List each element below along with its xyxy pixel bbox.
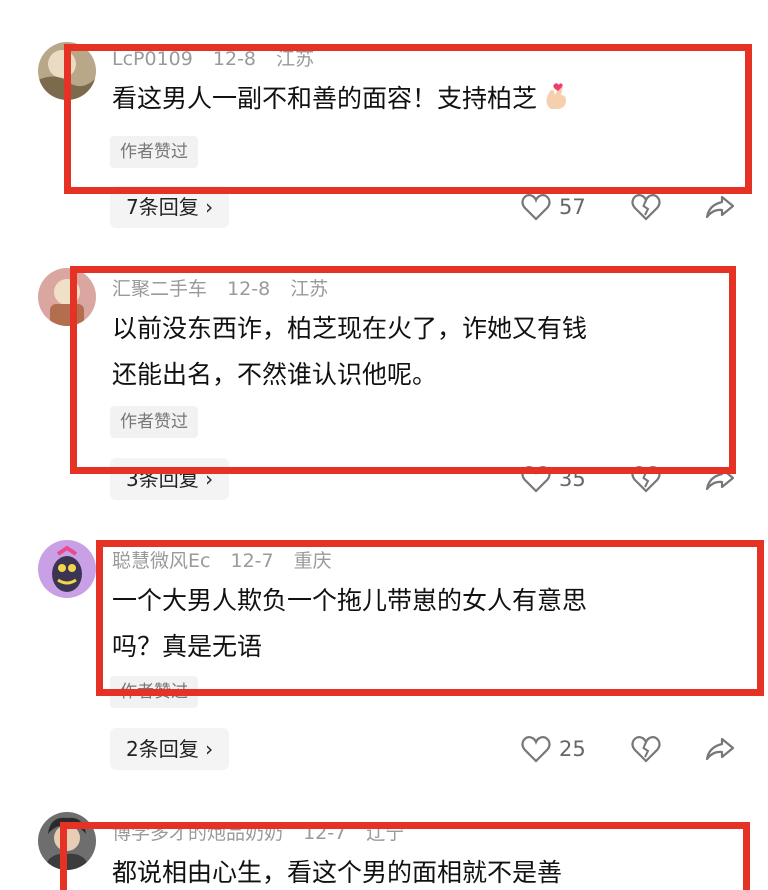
username[interactable]: 汇聚二手车 (112, 278, 207, 300)
dislike-button[interactable] (631, 187, 661, 227)
comment-location: 江苏 (276, 48, 315, 70)
comment-text: 看这男人一副不和善的面容！支持柏芝 (112, 76, 722, 122)
author-liked-badge: 作者赞过 (110, 136, 198, 168)
share-arrow-icon (705, 195, 735, 219)
comment-date: 12-7 (303, 822, 347, 844)
broken-heart-icon (631, 736, 661, 763)
username[interactable]: 聪慧微风Ec (112, 550, 210, 572)
view-replies-button[interactable]: 2条回复 › (110, 728, 230, 770)
username[interactable]: 博学多才的炮品奶奶 (112, 822, 283, 844)
like-button[interactable]: 25 (521, 729, 586, 769)
share-button[interactable] (705, 729, 735, 769)
author-liked-badge: 作者赞过 (110, 406, 198, 438)
comment-text-line: 吗？真是无语 (112, 632, 263, 661)
avatar[interactable] (38, 268, 96, 326)
comment-meta: 汇聚二手车 12-8 江苏 (112, 274, 342, 301)
share-arrow-icon (705, 737, 735, 761)
comment-text: 一个大男人欺负一个拖儿带崽的女人有意思 吗？真是无语 (112, 578, 722, 670)
heart-outline-icon (521, 736, 551, 763)
comment-actions: 25 (515, 729, 745, 769)
comment-location: 江苏 (290, 278, 329, 300)
view-replies-button[interactable]: 7条回复 › (110, 186, 230, 228)
like-count: 35 (559, 467, 586, 491)
username[interactable]: LcP0109 (112, 48, 193, 70)
comment-text-line: 以前没东西诈，柏芝现在火了，诈她又有钱 (112, 314, 588, 343)
comment-date: 12-8 (227, 278, 271, 300)
like-count: 25 (559, 737, 586, 761)
broken-heart-icon (631, 194, 661, 221)
comment-actions: 57 (515, 187, 745, 227)
avatar[interactable] (38, 540, 96, 598)
share-button[interactable] (705, 459, 735, 499)
comment-actions: 35 (515, 459, 745, 499)
dislike-button[interactable] (631, 459, 661, 499)
view-replies-button[interactable]: 3条回复 › (110, 458, 230, 500)
dislike-button[interactable] (631, 729, 661, 769)
comment-meta: 聪慧微风Ec 12-7 重庆 (112, 546, 346, 573)
avatar[interactable] (38, 812, 96, 870)
author-liked-badge: 作者赞过 (110, 676, 198, 708)
share-arrow-icon (705, 467, 735, 491)
comment-text-line: 都说相由心生，看这个男的面相就不是善 (112, 858, 563, 887)
comment-date: 12-8 (212, 48, 257, 70)
finger-heart-emoji-icon (546, 83, 567, 109)
comment-text-line: 看这男人一副不和善的面容！支持柏芝 (112, 84, 538, 113)
like-button[interactable]: 57 (521, 187, 586, 227)
like-button[interactable]: 35 (521, 459, 586, 499)
comment-text-line: 一个大男人欺负一个拖儿带崽的女人有意思 (112, 586, 588, 615)
comment-meta: 博学多才的炮品奶奶 12-7 辽宁 (112, 818, 418, 845)
heart-outline-icon (521, 466, 551, 493)
avatar[interactable] (38, 42, 96, 100)
comment-location: 辽宁 (366, 822, 405, 844)
comment-meta: LcP0109 12-8 江苏 (112, 44, 328, 71)
share-button[interactable] (705, 187, 735, 227)
comment-date: 12-7 (230, 550, 274, 572)
heart-outline-icon (521, 194, 551, 221)
like-count: 57 (559, 195, 586, 219)
comment-text-line: 还能出名，不然谁认识他呢。 (112, 360, 438, 389)
comment-text: 以前没东西诈，柏芝现在火了，诈她又有钱 还能出名，不然谁认识他呢。 (112, 306, 722, 398)
comment-text: 都说相由心生，看这个男的面相就不是善 (112, 850, 722, 890)
comment-location: 重庆 (293, 550, 332, 572)
broken-heart-icon (631, 466, 661, 493)
